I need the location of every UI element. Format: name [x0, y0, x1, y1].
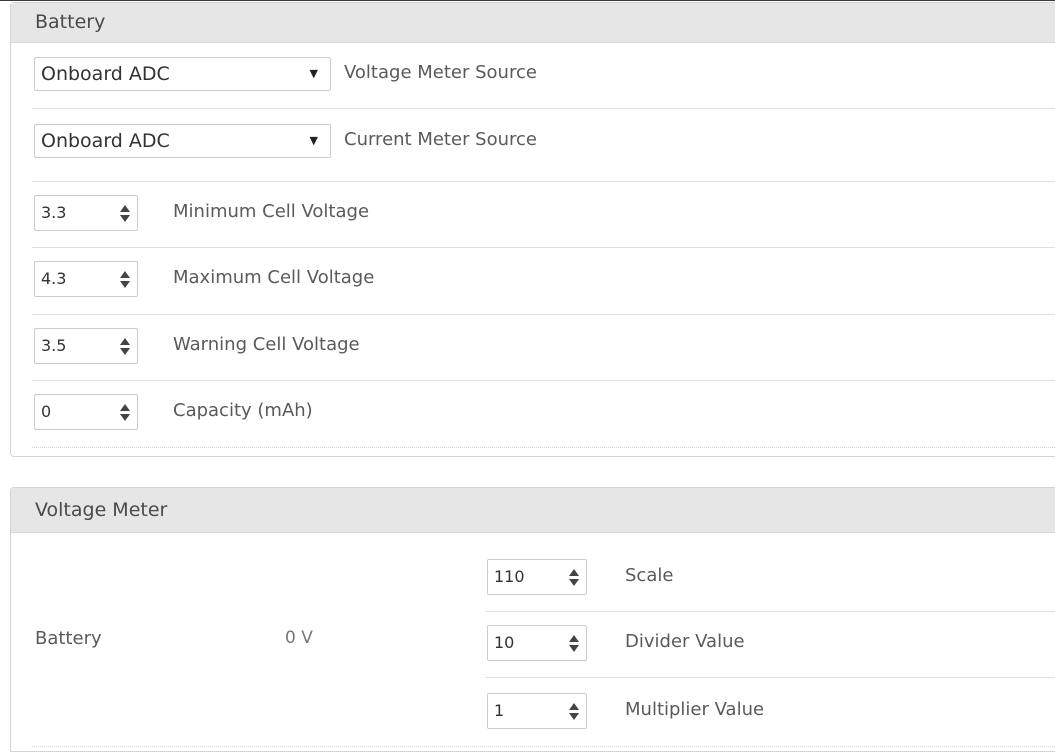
max-cell-voltage-label: Maximum Cell Voltage [173, 267, 375, 288]
scale-value: 110 [494, 567, 525, 586]
capacity-label: Capacity (mAh) [173, 400, 313, 421]
capacity-value: 0 [41, 402, 52, 421]
warning-cell-voltage-row: 3.5 Warning Cell Voltage [32, 314, 1055, 381]
max-cell-voltage-row: 4.3 Maximum Cell Voltage [32, 247, 1055, 315]
multiplier-label: Multiplier Value [625, 699, 765, 720]
voltage-meter-panel: Voltage Meter Battery 0 V 110 Scale 10 D… [10, 487, 1055, 752]
chevron-down-icon: ▼ [309, 134, 318, 147]
spinner-icon[interactable] [119, 204, 131, 224]
voltage-meter-source-row: Onboard ADC ▼ Voltage Meter Source [32, 43, 1055, 109]
current-meter-source-value: Onboard ADC [41, 130, 170, 152]
multiplier-value: 1 [494, 701, 505, 720]
current-meter-source-label: Current Meter Source [344, 129, 538, 150]
spinner-icon[interactable] [568, 568, 580, 588]
voltage-meter-panel-title: Voltage Meter [11, 488, 1055, 533]
divider-value: 10 [494, 633, 515, 652]
scale-label: Scale [625, 565, 674, 586]
battery-panel-title: Battery [11, 3, 1055, 43]
max-cell-voltage-value: 4.3 [41, 269, 67, 288]
voltage-meter-source-select[interactable]: Onboard ADC ▼ [34, 57, 331, 91]
spinner-icon[interactable] [568, 702, 580, 722]
voltage-meter-reading: 0 V [285, 628, 313, 648]
min-cell-voltage-label: Minimum Cell Voltage [173, 201, 370, 222]
voltage-meter-name: Battery [35, 628, 102, 649]
voltage-meter-source-label: Voltage Meter Source [344, 62, 537, 83]
spinner-icon[interactable] [568, 634, 580, 654]
warning-cell-voltage-label: Warning Cell Voltage [173, 334, 360, 355]
window-top-border [0, 0, 1055, 1]
voltage-meter-source-value: Onboard ADC [41, 63, 170, 85]
min-cell-voltage-value: 3.3 [41, 203, 67, 222]
warning-cell-voltage-input[interactable]: 3.5 [34, 328, 138, 364]
max-cell-voltage-input[interactable]: 4.3 [34, 261, 138, 297]
spinner-icon[interactable] [119, 337, 131, 357]
spinner-icon[interactable] [119, 403, 131, 423]
min-cell-voltage-row: 3.3 Minimum Cell Voltage [32, 181, 1055, 248]
chevron-down-icon: ▼ [309, 67, 318, 80]
divider-label: Divider Value [625, 631, 745, 652]
scale-row: 110 Scale [485, 545, 1055, 612]
divider-row: 10 Divider Value [485, 611, 1055, 678]
current-meter-source-row: Onboard ADC ▼ Current Meter Source [32, 108, 1055, 182]
multiplier-input[interactable]: 1 [487, 693, 587, 729]
divider-input[interactable]: 10 [487, 625, 587, 661]
warning-cell-voltage-value: 3.5 [41, 336, 67, 355]
battery-panel: Battery Onboard ADC ▼ Voltage Meter Sour… [10, 2, 1055, 457]
min-cell-voltage-input[interactable]: 3.3 [34, 195, 138, 231]
capacity-row: 0 Capacity (mAh) [32, 380, 1055, 448]
multiplier-row: 1 Multiplier Value [485, 677, 1055, 746]
scale-input[interactable]: 110 [487, 559, 587, 595]
current-meter-source-select[interactable]: Onboard ADC ▼ [34, 124, 331, 158]
capacity-input[interactable]: 0 [34, 394, 138, 430]
spinner-icon[interactable] [119, 270, 131, 290]
